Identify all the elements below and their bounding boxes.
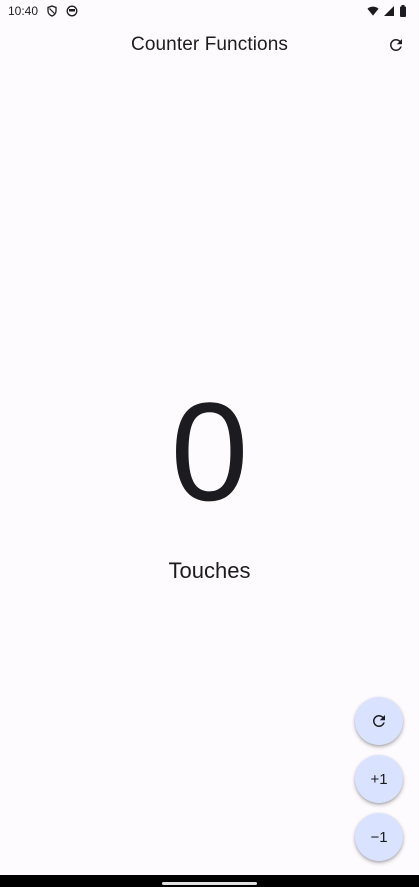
status-time: 10:40: [8, 4, 39, 18]
app-bar: Counter Functions: [0, 22, 419, 68]
status-left: 10:40: [8, 4, 78, 18]
status-bar: 10:40: [0, 0, 419, 22]
home-handle[interactable]: [162, 882, 257, 885]
battery-icon: [399, 5, 411, 17]
refresh-icon: [370, 712, 388, 730]
cat-icon: [66, 5, 78, 17]
wifi-icon: [367, 5, 379, 17]
app-screen: 10:40 Counter Functions 0 Touches +1 −1: [0, 0, 419, 887]
reset-button[interactable]: [355, 697, 403, 745]
app-bar-refresh-button[interactable]: [381, 30, 411, 60]
refresh-icon: [387, 36, 405, 54]
counter-label: Touches: [168, 558, 251, 583]
counter-value: 0: [170, 373, 249, 530]
shield-icon: [46, 5, 58, 17]
decrement-label: −1: [370, 828, 388, 846]
system-nav-bar: [0, 875, 419, 887]
increment-button[interactable]: +1: [355, 755, 403, 803]
page-title: Counter Functions: [131, 34, 288, 55]
signal-icon: [383, 5, 395, 17]
decrement-button[interactable]: −1: [355, 813, 403, 861]
increment-label: +1: [370, 770, 388, 788]
status-right: [367, 5, 411, 17]
